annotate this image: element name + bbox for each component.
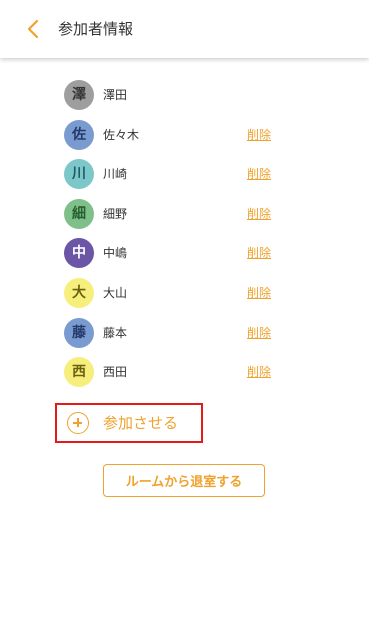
delete-link[interactable]: 削除: [247, 285, 271, 301]
leave-room-button[interactable]: ルームから退室する: [103, 464, 265, 497]
avatar: 藤: [64, 317, 94, 348]
delete-link[interactable]: 削除: [247, 245, 271, 261]
chevron-left-icon[interactable]: [22, 17, 46, 41]
participant-row: 西西田 削除: [64, 353, 294, 393]
add-member-button[interactable]: 参加させる: [55, 403, 203, 443]
avatar: 佐: [64, 119, 94, 150]
avatar: 川: [64, 159, 94, 190]
participant-name: 川崎: [103, 167, 128, 182]
add-member-label: 参加させる: [103, 414, 179, 432]
delete-link[interactable]: 削除: [247, 325, 271, 341]
avatar: 大: [64, 277, 94, 308]
delete-link[interactable]: 削除: [247, 166, 271, 182]
plus-circle-icon: [67, 412, 89, 434]
participant-name: 澤田: [103, 88, 128, 102]
participant-row: 細細野 削除: [64, 195, 294, 235]
avatar: 細: [64, 198, 94, 229]
page-title: 参加者情報: [58, 20, 134, 38]
participant-name: 西田: [103, 365, 128, 380]
delete-link[interactable]: 削除: [247, 127, 271, 143]
delete-link[interactable]: 削除: [247, 206, 271, 222]
participant-list: 澤澤田佐佐々木 削除川川崎 削除細細野 削除中中嶋 削除大大山 削除藤藤本 削除西西田 削除: [64, 76, 294, 393]
participant-name: 佐々木: [103, 127, 140, 142]
participant-row: 藤藤本 削除: [64, 314, 294, 354]
participant-name: 藤本: [103, 325, 128, 340]
avatar: 西: [64, 357, 94, 388]
participant-row: 澤澤田: [64, 76, 294, 116]
participant-row: 大大山 削除: [64, 274, 294, 314]
participant-row: 中中嶋 削除: [64, 234, 294, 274]
avatar: 澤: [64, 80, 94, 110]
avatar: 中: [64, 238, 94, 269]
participant-name: 大山: [103, 285, 128, 300]
participant-row: 佐佐々木 削除: [64, 116, 294, 156]
participant-name: 細野: [103, 206, 128, 221]
participant-name: 中嶋: [103, 246, 128, 261]
delete-link[interactable]: 削除: [247, 364, 271, 380]
participant-row: 川川崎 削除: [64, 155, 294, 195]
app-header: 参加者情報: [0, 0, 369, 58]
